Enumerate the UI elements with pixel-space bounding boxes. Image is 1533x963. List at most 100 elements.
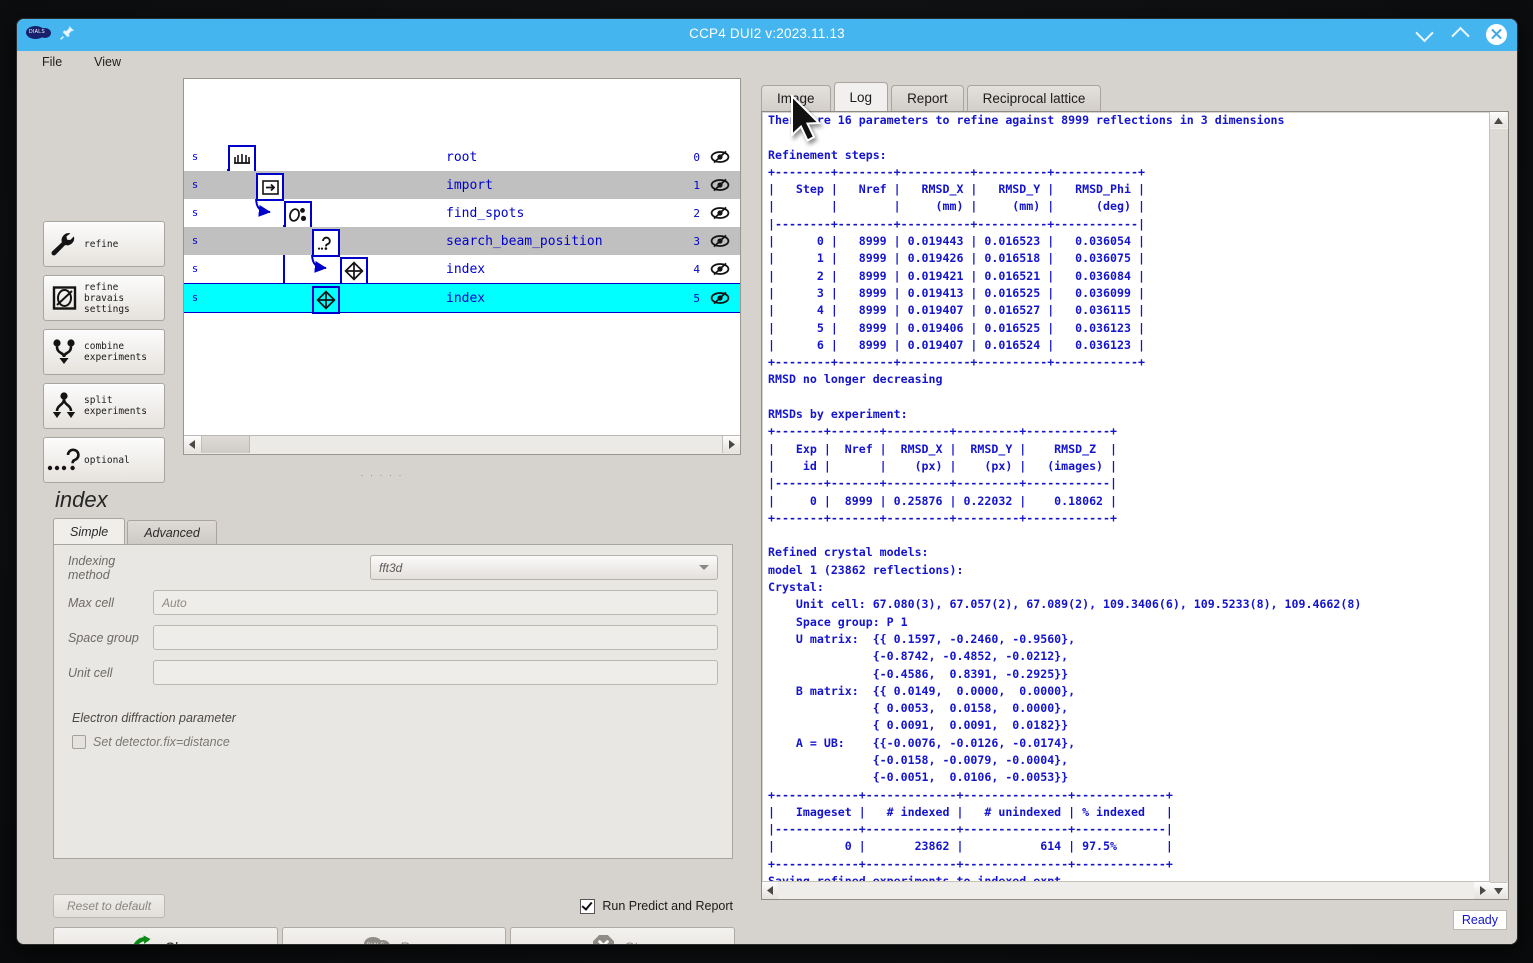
tree-row-status: s: [191, 292, 199, 304]
tree-row-name: root: [446, 149, 478, 165]
pipeline-tree[interactable]: s root 0 s import 1 s find_spots 2 s sea…: [183, 78, 741, 455]
tree-horizontal-scrollbar[interactable]: [184, 435, 740, 454]
max-cell-input[interactable]: Auto: [153, 590, 718, 615]
indexing-method-select[interactable]: fft3d: [370, 555, 718, 580]
tree-row-status: s: [191, 151, 199, 163]
stop-button[interactable]: Stop: [510, 927, 736, 945]
parameter-form: Simple Advanced Indexing method fft3d Ma…: [53, 518, 733, 889]
node-icon-import: [256, 173, 284, 201]
splitter-handle: · · · · ·: [360, 470, 404, 480]
detector-fix-checkbox[interactable]: [72, 735, 86, 749]
tree-row-name: import: [446, 177, 493, 193]
run-button-label: Run: [400, 939, 426, 945]
eye-strike-icon[interactable]: [700, 234, 740, 248]
log-horizontal-scrollbar[interactable]: [762, 881, 1490, 899]
scrollbar-thumb[interactable]: [202, 436, 250, 453]
combine-icon: [44, 338, 84, 366]
desktop-background: DIALS CCP4 DUI2 v:2023.11.13 File View r…: [0, 0, 1533, 963]
tab-log[interactable]: Log: [833, 82, 889, 111]
tab-simple[interactable]: Simple: [53, 518, 126, 544]
tab-image[interactable]: Image: [761, 85, 831, 111]
form-tab-bar: Simple Advanced: [53, 518, 733, 544]
tab-advanced[interactable]: Advanced: [127, 520, 217, 544]
wrench-icon: [44, 231, 84, 257]
node-icon-find-spots: [284, 201, 312, 229]
pane-splitter[interactable]: · · · · ·: [25, 470, 739, 480]
reset-to-default-button[interactable]: Reset to default: [53, 894, 166, 918]
application-body: refine refine bravais settings combine e…: [17, 73, 1517, 944]
eye-strike-icon[interactable]: [700, 291, 740, 305]
log-panel[interactable]: There are 16 parameters to refine agains…: [761, 111, 1509, 900]
right-pane: Image Log Report Reciprocal lattice Ther…: [753, 82, 1509, 936]
menu-item-view[interactable]: View: [91, 54, 124, 70]
task-button-list: refine refine bravais settings combine e…: [43, 221, 165, 491]
sidebar-item-split-experiments[interactable]: split experiments: [43, 383, 165, 429]
tree-header-space: [184, 79, 740, 143]
scroll-left-icon[interactable]: [184, 436, 202, 453]
log-vertical-scrollbar[interactable]: [1489, 112, 1508, 899]
menu-item-file[interactable]: File: [39, 54, 65, 70]
unit-cell-label: Unit cell: [68, 665, 113, 680]
tab-report[interactable]: Report: [891, 85, 964, 111]
table-row[interactable]: s import 1: [184, 171, 740, 201]
unit-cell-input[interactable]: [153, 660, 718, 685]
run-predict-report-row[interactable]: Run Predict and Report: [580, 898, 733, 914]
tree-row-status: s: [191, 235, 199, 247]
tree-row-name: index: [446, 261, 486, 277]
scroll-left-icon[interactable]: [762, 882, 778, 899]
node-icon-index-selected: [312, 286, 340, 314]
tab-reciprocal-lattice[interactable]: Reciprocal lattice: [966, 85, 1102, 111]
table-row[interactable]: s root 0: [184, 143, 740, 173]
log-output-text: There are 16 parameters to refine agains…: [768, 113, 1362, 881]
clone-button[interactable]: Clone: [53, 927, 278, 945]
eye-strike-icon[interactable]: [700, 178, 740, 192]
indexing-method-label: Indexing method: [68, 553, 116, 582]
sidebar-item-combine-experiments[interactable]: combine experiments: [43, 329, 165, 375]
tree-empty-space: [184, 313, 740, 371]
tree-row-graphics: [206, 255, 446, 285]
chevron-up-icon: [1450, 26, 1470, 45]
sidebar-item-refine-bravais-settings[interactable]: refine bravais settings: [43, 275, 165, 321]
node-icon-root: [228, 145, 256, 173]
stop-button-label: Stop: [624, 939, 653, 945]
table-row[interactable]: s index 5: [184, 283, 740, 314]
scroll-up-icon[interactable]: [1490, 112, 1507, 128]
status-badge: Ready: [1452, 910, 1507, 930]
split-icon: [44, 392, 84, 420]
minimize-button[interactable]: [1413, 23, 1435, 45]
scroll-right-icon[interactable]: [1474, 882, 1490, 899]
space-group-input[interactable]: [153, 625, 718, 650]
tree-row-name: search_beam_position: [446, 233, 603, 249]
svg-text:DIALS: DIALS: [366, 942, 384, 945]
eye-strike-icon[interactable]: [700, 150, 740, 164]
run-predict-report-checkbox[interactable]: [580, 898, 596, 914]
detector-fix-row[interactable]: Set detector.fix=distance: [72, 735, 732, 749]
sidebar-item-refine[interactable]: refine: [43, 221, 165, 267]
scroll-down-icon[interactable]: [1490, 882, 1507, 899]
maximize-button[interactable]: [1449, 23, 1471, 45]
output-tab-bar: Image Log Report Reciprocal lattice: [753, 82, 1509, 111]
run-predict-report-label: Run Predict and Report: [602, 899, 733, 913]
table-row[interactable]: s search_beam_position 3: [184, 227, 740, 257]
field-row-indexing-method: Indexing method fft3d: [68, 553, 718, 582]
scrollbar-track[interactable]: [1490, 129, 1508, 882]
table-row[interactable]: s index 4: [184, 255, 740, 285]
form-footer-row: Reset to default Run Predict and Report: [53, 893, 733, 919]
close-button[interactable]: [1485, 23, 1507, 45]
indexing-method-value: fft3d: [379, 560, 403, 575]
clone-button-label: Clone: [164, 939, 201, 945]
status-bar: Ready: [1452, 908, 1507, 932]
clone-arrow-icon: [130, 933, 155, 944]
table-row[interactable]: s find_spots 2: [184, 199, 740, 229]
eye-strike-icon[interactable]: [700, 262, 740, 276]
tree-row-index: 5: [693, 291, 700, 305]
title-bar: DIALS CCP4 DUI2 v:2023.11.13: [17, 19, 1517, 51]
eye-strike-icon[interactable]: [700, 206, 740, 220]
space-group-label: Space group: [68, 630, 139, 645]
sidebar-item-label: combine experiments: [84, 341, 147, 363]
max-cell-label: Max cell: [68, 595, 114, 610]
scroll-right-icon[interactable]: [722, 436, 740, 453]
tree-row-graphics: [206, 199, 446, 229]
run-button[interactable]: DIALS Run: [281, 927, 507, 945]
field-row-space-group: Space group: [68, 625, 718, 650]
